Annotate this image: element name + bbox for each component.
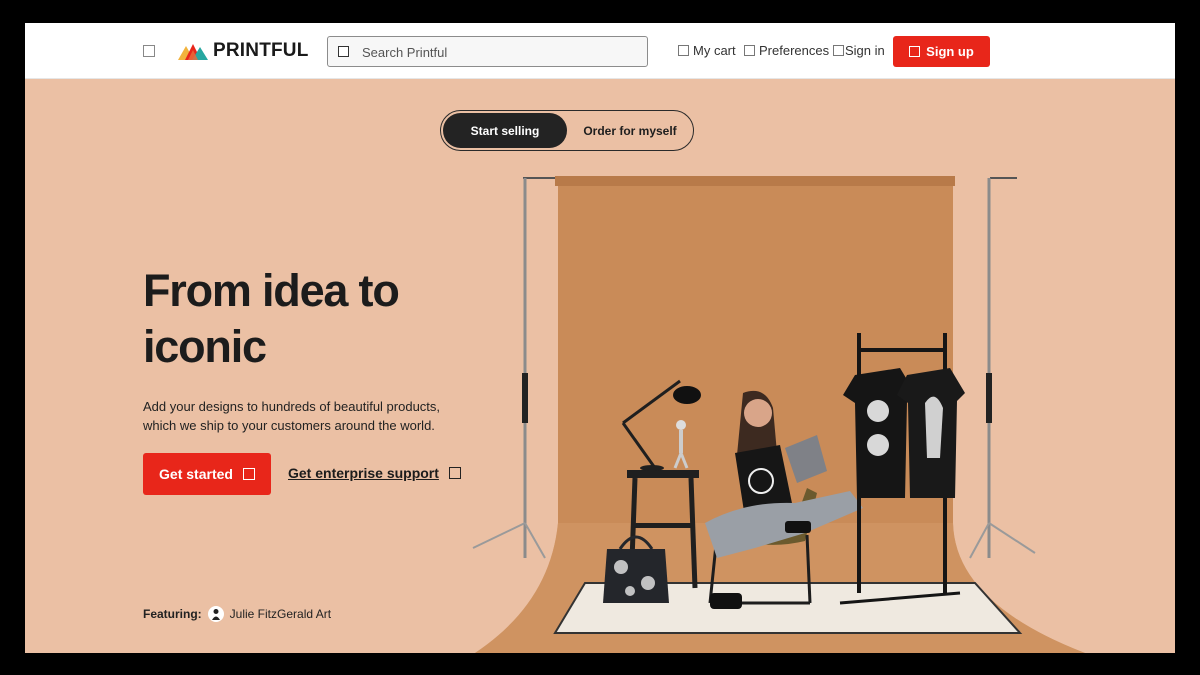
- printful-logo[interactable]: PRINTFUL: [178, 40, 309, 62]
- logo-mountains-icon: [178, 44, 208, 60]
- cart-icon: [678, 45, 689, 56]
- preferences-label: Preferences: [759, 43, 830, 58]
- cart-label: My cart: [693, 43, 736, 58]
- signin-label: Sign in: [845, 43, 885, 58]
- backdrop-roll: [555, 176, 955, 186]
- arrow-icon: [448, 467, 461, 479]
- hero-subtext: Add your designs to hundreds of beautifu…: [143, 399, 441, 433]
- preferences-link[interactable]: Preferences: [744, 43, 829, 58]
- enterprise-support-link[interactable]: Get enterprise support: [288, 465, 461, 481]
- artist-avatar: [207, 606, 224, 622]
- get-started-button[interactable]: Get started: [143, 453, 271, 495]
- signup-label: Sign up: [926, 44, 974, 59]
- featuring-label: Featuring:: [143, 607, 202, 621]
- search-bar[interactable]: [327, 36, 648, 67]
- hero-photo: [472, 176, 1085, 653]
- featuring-artist-link[interactable]: Julie FitzGerald Art: [230, 607, 331, 621]
- mode-toggle: Start selling Order for myself: [440, 110, 694, 151]
- preferences-icon: [744, 45, 755, 56]
- enterprise-support-label: Get enterprise support: [288, 465, 439, 481]
- search-input[interactable]: [362, 42, 632, 62]
- cart-link[interactable]: My cart: [678, 43, 736, 58]
- featuring-credit: Featuring: Julie FitzGerald Art: [143, 606, 331, 622]
- signin-icon: [833, 45, 844, 56]
- headline-line-2: iconic: [143, 321, 267, 372]
- hero-headline: From idea to iconic: [143, 263, 473, 375]
- menu-icon[interactable]: [143, 45, 155, 57]
- tab-start-selling[interactable]: Start selling: [443, 113, 567, 148]
- tab-order-for-myself[interactable]: Order for myself: [569, 113, 691, 148]
- headline-line-1: From idea to: [143, 265, 400, 316]
- signup-button[interactable]: Sign up: [893, 36, 990, 67]
- logo-text: PRINTFUL: [213, 40, 309, 61]
- site-header: PRINTFUL My cart Preferences Sign in Sig…: [25, 23, 1175, 79]
- signup-icon: [909, 46, 921, 57]
- signin-link[interactable]: Sign in: [833, 43, 885, 58]
- search-icon: [338, 46, 349, 57]
- browser-viewport: PRINTFUL My cart Preferences Sign in Sig…: [25, 23, 1175, 653]
- get-started-label: Get started: [159, 466, 233, 482]
- arrow-icon: [242, 468, 255, 480]
